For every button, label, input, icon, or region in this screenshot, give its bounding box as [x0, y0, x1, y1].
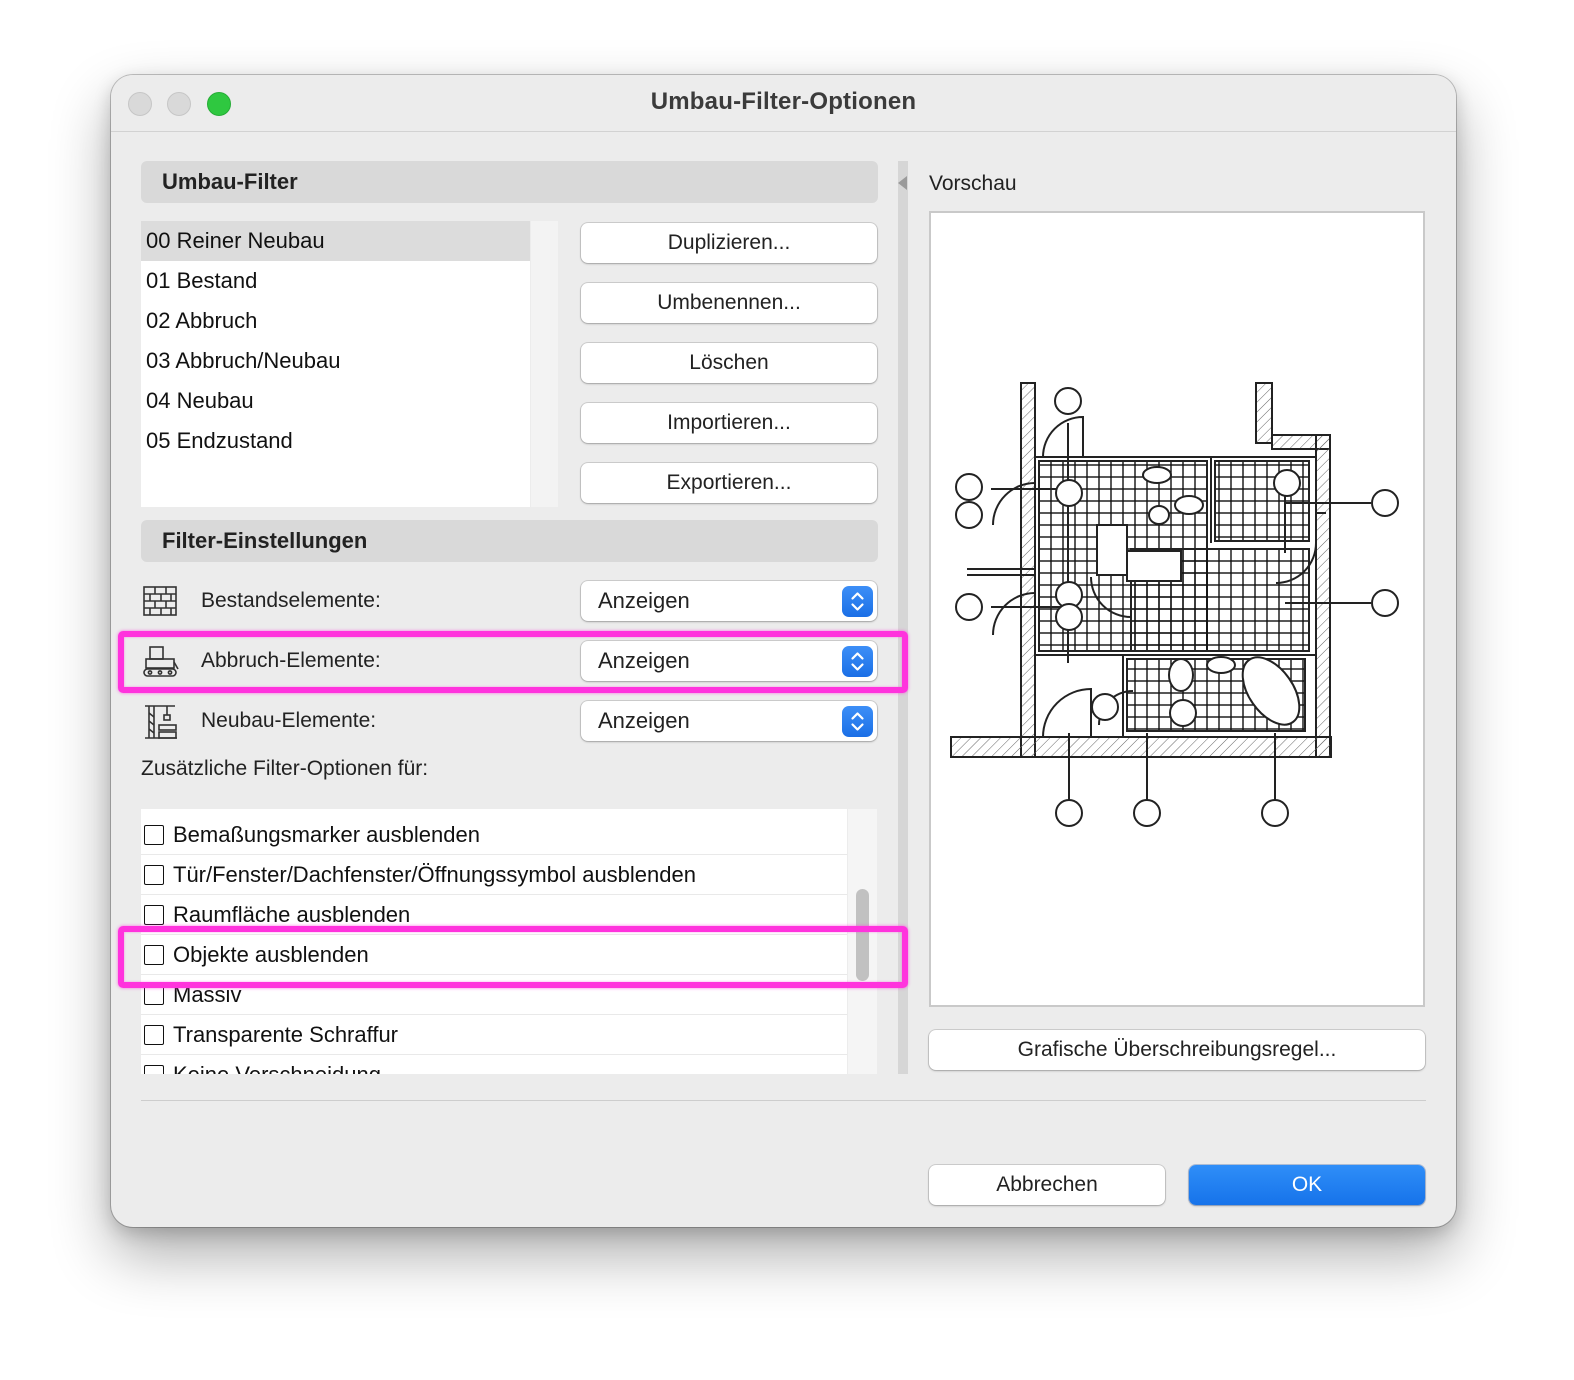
option-checkbox[interactable]	[144, 865, 164, 885]
demolition-elements-select[interactable]: Anzeigen	[581, 641, 877, 681]
bulldozer-icon	[141, 641, 179, 681]
preview-label: Vorschau	[929, 172, 1017, 195]
option-label: Objekte ausblenden	[173, 942, 369, 967]
option-checkbox[interactable]	[144, 1065, 164, 1074]
chevron-updown-icon	[842, 586, 873, 617]
filter-item-01[interactable]: 01 Bestand	[141, 261, 530, 301]
additional-options-label: Zusätzliche Filter-Optionen für:	[141, 757, 429, 780]
rename-button[interactable]: Umbenennen...	[581, 283, 877, 323]
import-button[interactable]: Importieren...	[581, 403, 877, 443]
filter-list[interactable]: 00 Reiner Neubau 01 Bestand 02 Abbruch 0…	[141, 221, 558, 507]
collapse-triangle-icon[interactable]	[898, 176, 907, 190]
filter-item-03[interactable]: 03 Abbruch/Neubau	[141, 341, 530, 381]
filter-options-list[interactable]: Bemaßungsmarker ausblenden Tür/Fenster/D…	[141, 809, 847, 1074]
duplicate-button[interactable]: Duplizieren...	[581, 223, 877, 263]
cancel-button[interactable]: Abbrechen	[929, 1165, 1165, 1205]
filter-item-05[interactable]: 05 Endzustand	[141, 421, 530, 461]
filter-list-scrollbar[interactable]	[530, 221, 558, 507]
filter-settings-header: Filter-Einstellungen	[141, 520, 878, 562]
option-label: Bemaßungsmarker ausblenden	[173, 822, 480, 847]
chevron-updown-icon	[842, 706, 873, 737]
crane-icon	[141, 701, 179, 741]
option-row[interactable]: Objekte ausblenden	[141, 935, 847, 975]
existing-elements-label: Bestandselemente:	[201, 589, 381, 612]
filter-item-04[interactable]: 04 Neubau	[141, 381, 530, 421]
option-checkbox[interactable]	[144, 1025, 164, 1045]
options-scrollbar[interactable]	[848, 809, 877, 1074]
window-title: Umbau-Filter-Optionen	[650, 88, 917, 115]
panel-splitter[interactable]	[898, 161, 908, 1074]
filter-item-00[interactable]: 00 Reiner Neubau	[141, 221, 530, 261]
option-label: Keine Verschneidung	[173, 1055, 381, 1074]
option-row[interactable]: Raumfläche ausblenden	[141, 895, 847, 935]
brick-wall-icon	[141, 581, 179, 621]
new-elements-select[interactable]: Anzeigen	[581, 701, 877, 741]
option-checkbox[interactable]	[144, 945, 164, 965]
demolition-elements-label: Abbruch-Elemente:	[201, 649, 381, 672]
existing-elements-value: Anzeigen	[598, 588, 690, 613]
delete-button[interactable]: Löschen	[581, 343, 877, 383]
title-bar: Umbau-Filter-Optionen	[111, 75, 1456, 132]
new-elements-value: Anzeigen	[598, 708, 690, 733]
option-checkbox[interactable]	[144, 825, 164, 845]
ok-button[interactable]: OK	[1189, 1165, 1425, 1205]
options-scrollbar-thumb[interactable]	[856, 889, 869, 981]
demolition-elements-value: Anzeigen	[598, 648, 690, 673]
option-checkbox[interactable]	[144, 985, 164, 1005]
filter-item-02[interactable]: 02 Abbruch	[141, 301, 530, 341]
option-row[interactable]: Massiv	[141, 975, 847, 1015]
new-elements-label: Neubau-Elemente:	[201, 709, 377, 732]
option-label: Tür/Fenster/Dachfenster/Öffnungssymbol a…	[173, 862, 696, 887]
option-label: Massiv	[173, 982, 242, 1007]
graphic-override-button[interactable]: Grafische Überschreibungsregel...	[929, 1030, 1425, 1070]
umbau-filter-header: Umbau-Filter	[141, 161, 878, 203]
option-checkbox[interactable]	[144, 905, 164, 925]
export-button[interactable]: Exportieren...	[581, 463, 877, 503]
option-label: Raumfläche ausblenden	[173, 902, 411, 927]
option-row[interactable]: Keine Verschneidung	[141, 1055, 847, 1074]
floor-plan-drawing	[950, 382, 1399, 827]
option-row[interactable]: Transparente Schraffur	[141, 1015, 847, 1055]
preview-pane	[929, 211, 1425, 1007]
option-label: Transparente Schraffur	[173, 1022, 399, 1047]
footer-separator	[141, 1100, 1426, 1101]
chevron-updown-icon	[842, 646, 873, 677]
option-row[interactable]: Tür/Fenster/Dachfenster/Öffnungssymbol a…	[141, 855, 847, 895]
dialog-window: Umbau-Filter-Optionen Umbau-Filter 00 Re…	[111, 75, 1456, 1227]
option-row[interactable]: Bemaßungsmarker ausblenden	[141, 815, 847, 855]
existing-elements-select[interactable]: Anzeigen	[581, 581, 877, 621]
